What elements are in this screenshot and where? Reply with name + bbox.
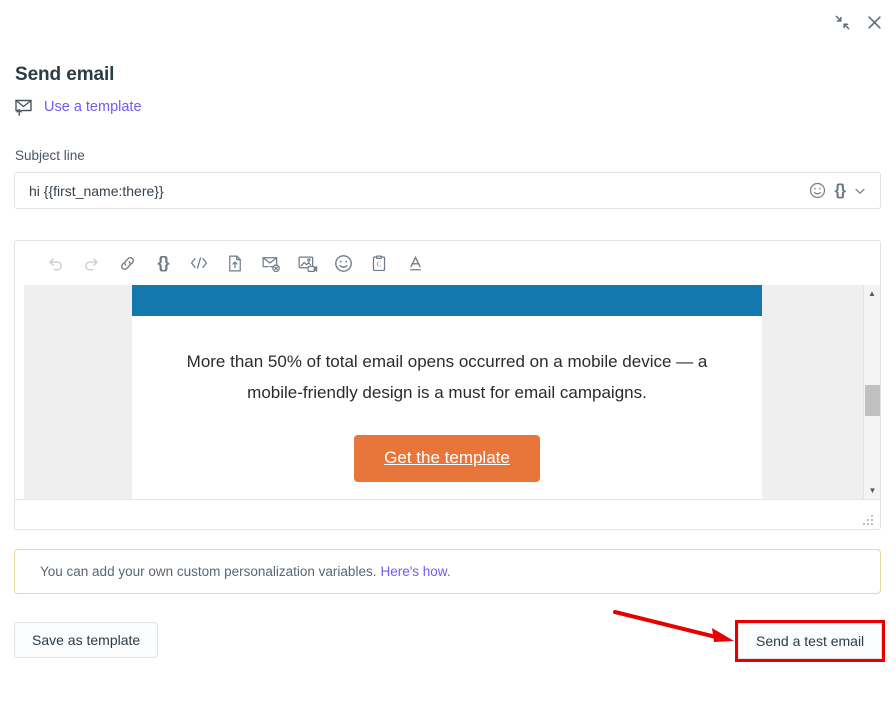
code-icon[interactable] [181, 246, 217, 280]
resize-grip-icon[interactable] [863, 513, 874, 525]
editor-footer [15, 499, 880, 528]
get-the-template-button[interactable]: Get the template [354, 435, 540, 482]
close-icon[interactable] [864, 12, 884, 32]
emoji-icon[interactable] [325, 246, 361, 280]
meeting-clipboard-icon[interactable]: C [361, 246, 397, 280]
send-a-test-email-button[interactable]: Send a test email [738, 623, 883, 659]
subject-line-label: Subject line [15, 148, 85, 163]
send-email-panel: Send email Use a template Subject line h… [0, 0, 896, 707]
file-upload-icon[interactable] [217, 246, 253, 280]
collapse-diagonal-icon[interactable] [832, 12, 852, 32]
use-a-template-link[interactable]: Use a template [44, 99, 142, 115]
personalization-variable-icon[interactable]: {} [145, 246, 181, 280]
editor-toolbar: {} C [15, 241, 880, 285]
page-title: Send email [15, 64, 115, 85]
editor-scrollbar[interactable]: ▲ ▼ [863, 285, 880, 499]
personalization-variable-icon[interactable]: {} [835, 182, 846, 200]
chevron-down-icon[interactable] [854, 185, 866, 197]
email-paragraph: More than 50% of total email opens occur… [186, 352, 708, 402]
annotation-arrow [613, 610, 734, 642]
scrollbar-thumb[interactable] [865, 385, 880, 416]
email-hero-banner [132, 285, 762, 316]
send-a-test-email-highlight: Send a test email [735, 620, 886, 662]
scroll-down-arrow-icon[interactable]: ▼ [864, 482, 880, 499]
heres-how-link[interactable]: Here's how. [380, 564, 450, 579]
redo-icon[interactable] [73, 246, 109, 280]
scroll-up-arrow-icon[interactable]: ▲ [864, 285, 880, 302]
personalization-notice: You can add your own custom personalizat… [14, 549, 881, 594]
emoji-icon[interactable] [809, 182, 826, 199]
email-canvas: More than 50% of total email opens occur… [15, 285, 880, 499]
canvas-gutter-left [24, 285, 132, 499]
save-as-template-button[interactable]: Save as template [14, 622, 159, 658]
svg-text:C: C [377, 260, 382, 268]
email-editor: {} C More than 50% of total email opens … [14, 240, 881, 530]
subject-line-field[interactable]: {} [14, 172, 881, 209]
use-a-template-row[interactable]: Use a template [14, 97, 142, 117]
image-video-icon[interactable] [289, 246, 325, 280]
envelope-upload-icon [14, 97, 36, 117]
subject-tools: {} [809, 182, 880, 200]
undo-icon[interactable] [37, 246, 73, 280]
unsubscribe-email-icon[interactable] [253, 246, 289, 280]
text-color-icon[interactable] [397, 246, 433, 280]
window-controls [832, 12, 884, 32]
email-cta-wrap: Get the template [132, 435, 762, 482]
link-icon[interactable] [109, 246, 145, 280]
email-content: More than 50% of total email opens occur… [132, 285, 762, 499]
subject-input[interactable] [15, 173, 809, 208]
notice-text: You can add your own custom personalizat… [40, 564, 377, 579]
